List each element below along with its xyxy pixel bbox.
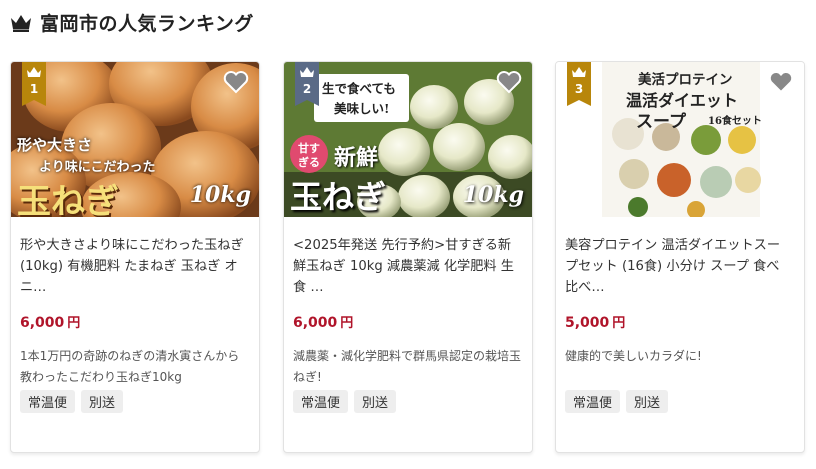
image-caption: スープ [636,112,686,132]
tag-list: 常温便 別送 [293,390,523,413]
image-caption: ぎる [298,156,320,169]
product-price: 6,000 円 [293,315,354,331]
image-caption: 10kg [462,182,524,208]
image-caption: 美活プロテイン [638,72,733,88]
image-caption: 16食セット [708,116,762,127]
image-caption: より味にこだわった [39,160,156,175]
rank-badge: 2 [295,62,319,106]
tag-list: 常温便 別送 [20,390,250,413]
product-title[interactable]: <2025年発送 先行予約>甘すぎる新鮮玉ねぎ 10kg 減農薬減 化学肥料 生… [293,235,520,298]
product-description: 健康的で美しいカラダに! [565,349,702,363]
ranking-card-3[interactable]: 美活プロテイン 温活ダイエット スープ 16食セット 3 美容プロテイン 温活ダ… [555,61,805,453]
product-title[interactable]: 美容プロテイン 温活ダイエットスープセット (16食) 小分け スープ 食べ比べ… [565,235,792,298]
image-caption: 形や大きさ [17,136,93,154]
product-description: 1本1万円の奇跡のねぎの清水寅さんから教わったこだわり玉ねぎ10kg [20,349,240,384]
image-caption: 玉ねぎ [290,178,387,216]
product-price: 5,000 円 [565,315,626,331]
tag-shipping: 常温便 [293,390,349,413]
image-caption: 生で食べても [322,81,396,96]
product-price: 6,000 円 [20,315,81,331]
tag-separate: 別送 [81,390,124,413]
tag-separate: 別送 [354,390,397,413]
image-caption: 10kg [189,182,251,208]
ranking-header: 富岡市の人気ランキング [10,9,254,36]
image-caption: 美味しい! [334,101,390,116]
tag-shipping: 常温便 [20,390,76,413]
ranking-card-1[interactable]: 形や大きさ より味にこだわった 玉ねぎ 10kg 1 形や大きさより味にこだわっ… [10,61,260,453]
image-caption: 新鮮 [334,145,379,171]
page-title: 富岡市の人気ランキング [40,13,254,35]
favorite-heart-icon[interactable] [768,70,794,94]
favorite-heart-icon[interactable] [496,70,522,94]
favorite-heart-icon[interactable] [223,70,249,94]
product-title[interactable]: 形や大きさより味にこだわった玉ねぎ (10kg) 有機肥料 たまねぎ 玉ねぎ オ… [20,235,247,298]
tag-separate: 別送 [626,390,669,413]
image-caption: 玉ねぎ [17,182,119,217]
product-image[interactable]: 美活プロテイン 温活ダイエット スープ 16食セット 3 [556,62,804,217]
tag-list: 常温便 別送 [565,390,795,413]
product-image[interactable]: 形や大きさ より味にこだわった 玉ねぎ 10kg 1 [11,62,259,217]
product-description: 減農薬・減化学肥料で群馬県認定の栽培玉ねぎ! [293,349,522,384]
rank-badge: 3 [567,62,591,106]
rank-badge: 1 [22,62,46,106]
crown-icon [11,14,31,32]
tag-shipping: 常温便 [565,390,621,413]
ranking-card-2[interactable]: 生で食べても 美味しい! 甘す ぎる 新鮮 玉ねぎ 10kg 2 <2025年発… [283,61,533,453]
product-image[interactable]: 生で食べても 美味しい! 甘す ぎる 新鮮 玉ねぎ 10kg 2 [284,62,532,217]
